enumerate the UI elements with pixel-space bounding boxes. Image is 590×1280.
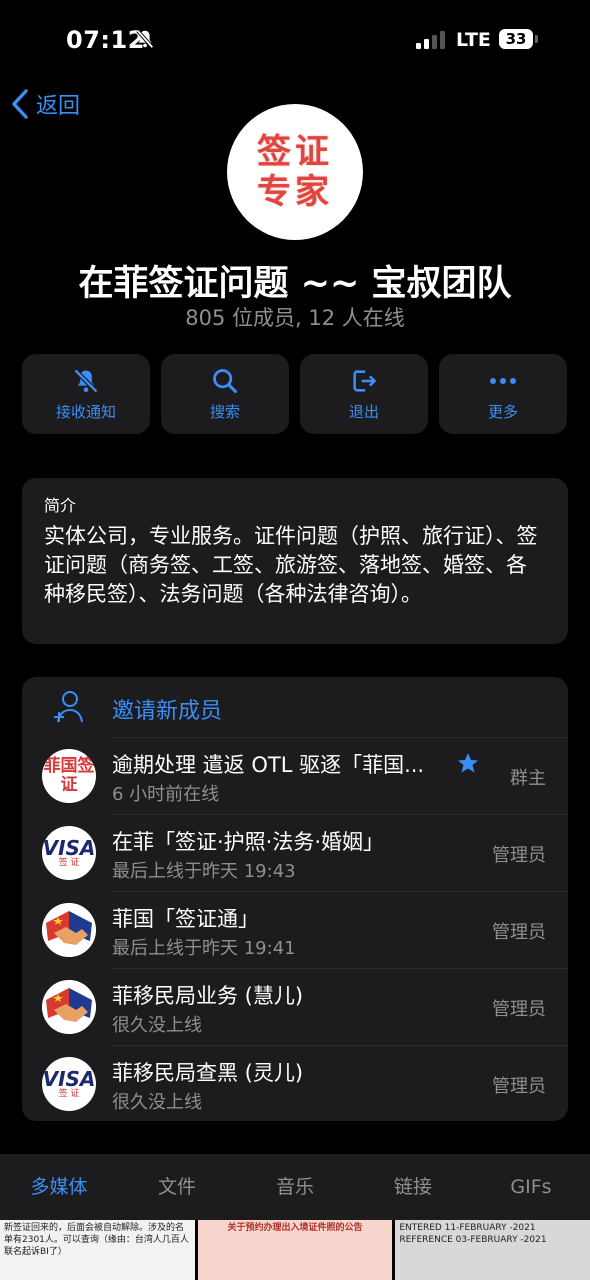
member-status: 很久没上线 xyxy=(112,1092,202,1113)
member-list: 邀请新成员 菲国签证 逾期处理 遣返 OTL 驱逐「菲国... 6 小时前在线 … xyxy=(22,677,568,1121)
visa-logo-subtext: 签 证 xyxy=(58,858,80,868)
notifications-label: 接收通知 xyxy=(55,402,116,421)
battery-icon: 33 xyxy=(499,29,533,49)
notifications-button[interactable]: 接收通知 xyxy=(22,354,150,434)
search-button[interactable]: 搜索 xyxy=(161,354,289,434)
member-name: 逾期处理 遣返 OTL 驱逐「菲国... xyxy=(112,753,425,777)
handshake-flags-icon xyxy=(42,980,96,1034)
visa-logo-text: VISA xyxy=(42,836,96,860)
more-button[interactable]: 更多 xyxy=(439,354,567,434)
member-role: 管理员 xyxy=(492,1076,546,1097)
member-row[interactable]: 菲移民局业务 (慧儿) 很久没上线 管理员 xyxy=(22,968,568,1045)
chevron-left-icon xyxy=(12,89,28,119)
description-label: 简介 xyxy=(44,496,77,515)
stamp-avatar-text: 菲国签证 xyxy=(43,756,95,795)
battery-tip xyxy=(535,35,538,43)
member-row[interactable]: VISA 签 证 菲移民局查黑 (灵儿) 很久没上线 管理员 xyxy=(22,1045,568,1121)
tab-media[interactable]: 多媒体 xyxy=(0,1154,118,1220)
network-type: LTE xyxy=(456,29,491,51)
member-role: 管理员 xyxy=(492,999,546,1020)
member-row[interactable]: VISA 签 证 在菲「签证·护照·法务·婚姻」 最后上线于昨天 19:43 管… xyxy=(22,814,568,891)
media-thumbnail[interactable]: ENTERED 11-FEBRUARY -2021 REFERENCE 03-F… xyxy=(395,1220,590,1280)
search-label: 搜索 xyxy=(209,402,240,421)
thumbnail-text: ENTERED 11-FEBRUARY -2021 REFERENCE 03-F… xyxy=(399,1223,547,1245)
member-status: 最后上线于昨天 19:41 xyxy=(112,938,296,959)
member-status: 6 小时前在线 xyxy=(112,784,220,805)
avatar-text-line1: 签证 xyxy=(257,132,333,172)
visa-logo-text: VISA xyxy=(42,1067,96,1091)
member-avatar xyxy=(42,980,96,1034)
group-title: 在菲签证问题 ~~ 宝叔团队 xyxy=(78,264,512,304)
member-row[interactable]: 菲国「签证通」 最后上线于昨天 19:41 管理员 xyxy=(22,891,568,968)
star-icon xyxy=(458,753,478,773)
member-name: 菲移民局业务 (慧儿) xyxy=(112,984,304,1008)
member-avatar xyxy=(42,903,96,957)
media-grid: 新签证回来的，后面会被自动解除。涉及的名单有2301人。可以查询（缘由：台湾人几… xyxy=(0,1220,590,1280)
member-role: 管理员 xyxy=(492,845,546,866)
cell-signal-icon xyxy=(416,31,445,49)
description-text: 实体公司，专业服务。证件问题（护照、旅行证）、签证问题（商务签、工签、旅游签、落… xyxy=(44,524,538,606)
invite-members-button[interactable]: 邀请新成员 xyxy=(22,677,568,737)
member-row[interactable]: 菲国签证 逾期处理 遣返 OTL 驱逐「菲国... 6 小时前在线 群主 xyxy=(22,737,568,814)
member-avatar: VISA 签 证 xyxy=(42,1057,96,1111)
member-avatar: VISA 签 证 xyxy=(42,826,96,880)
invite-label: 邀请新成员 xyxy=(112,699,223,724)
leave-label: 退出 xyxy=(348,402,379,421)
member-role: 群主 xyxy=(510,768,546,789)
handshake-flags-icon xyxy=(42,903,96,957)
member-name: 在菲「签证·护照·法务·婚姻」 xyxy=(112,830,385,854)
avatar-text-line2: 专家 xyxy=(257,172,333,212)
media-thumbnail[interactable]: 新签证回来的，后面会被自动解除。涉及的名单有2301人。可以查询（缘由：台湾人几… xyxy=(0,1220,195,1280)
tab-gifs[interactable]: GIFs xyxy=(472,1154,590,1220)
member-name: 菲移民局查黑 (灵儿) xyxy=(112,1061,304,1085)
status-bar: 07:12 LTE 33 xyxy=(0,0,590,80)
member-status: 很久没上线 xyxy=(112,1015,202,1036)
back-label: 返回 xyxy=(36,94,81,119)
member-role: 管理员 xyxy=(492,922,546,943)
member-count: 805 位成员, 12 人在线 xyxy=(185,306,405,330)
back-button[interactable]: 返回 xyxy=(10,88,80,120)
visa-logo-subtext: 签 证 xyxy=(58,1089,80,1099)
thumbnail-text: 关于预约办理出入境证件照的公告 xyxy=(227,1223,363,1233)
member-avatar: 菲国签证 xyxy=(42,749,96,803)
tab-files[interactable]: 文件 xyxy=(118,1154,236,1220)
silent-mode-icon xyxy=(134,28,156,54)
add-user-icon xyxy=(54,691,83,723)
media-thumbnail[interactable]: 关于预约办理出入境证件照的公告 xyxy=(197,1220,393,1280)
tab-music[interactable]: 音乐 xyxy=(236,1154,354,1220)
more-icon xyxy=(490,377,516,384)
member-status: 最后上线于昨天 19:43 xyxy=(112,861,296,882)
bell-off-icon xyxy=(73,368,99,393)
group-avatar[interactable]: 签证 专家 xyxy=(227,104,363,240)
action-bar: 接收通知 搜索 退出 更多 xyxy=(22,354,567,434)
exit-icon xyxy=(353,369,377,392)
group-description: 简介 实体公司，专业服务。证件问题（护照、旅行证）、签证问题（商务签、工签、旅游… xyxy=(22,478,568,644)
tab-links[interactable]: 链接 xyxy=(354,1154,472,1220)
more-label: 更多 xyxy=(487,402,518,421)
thumbnail-text: 新签证回来的，后面会被自动解除。涉及的名单有2301人。可以查询（缘由：台湾人几… xyxy=(4,1223,189,1257)
member-name: 菲国「签证通」 xyxy=(112,907,259,931)
leave-button[interactable]: 退出 xyxy=(300,354,428,434)
media-tabs: 多媒体 文件 音乐 链接 GIFs xyxy=(0,1154,590,1220)
search-icon xyxy=(213,368,238,393)
